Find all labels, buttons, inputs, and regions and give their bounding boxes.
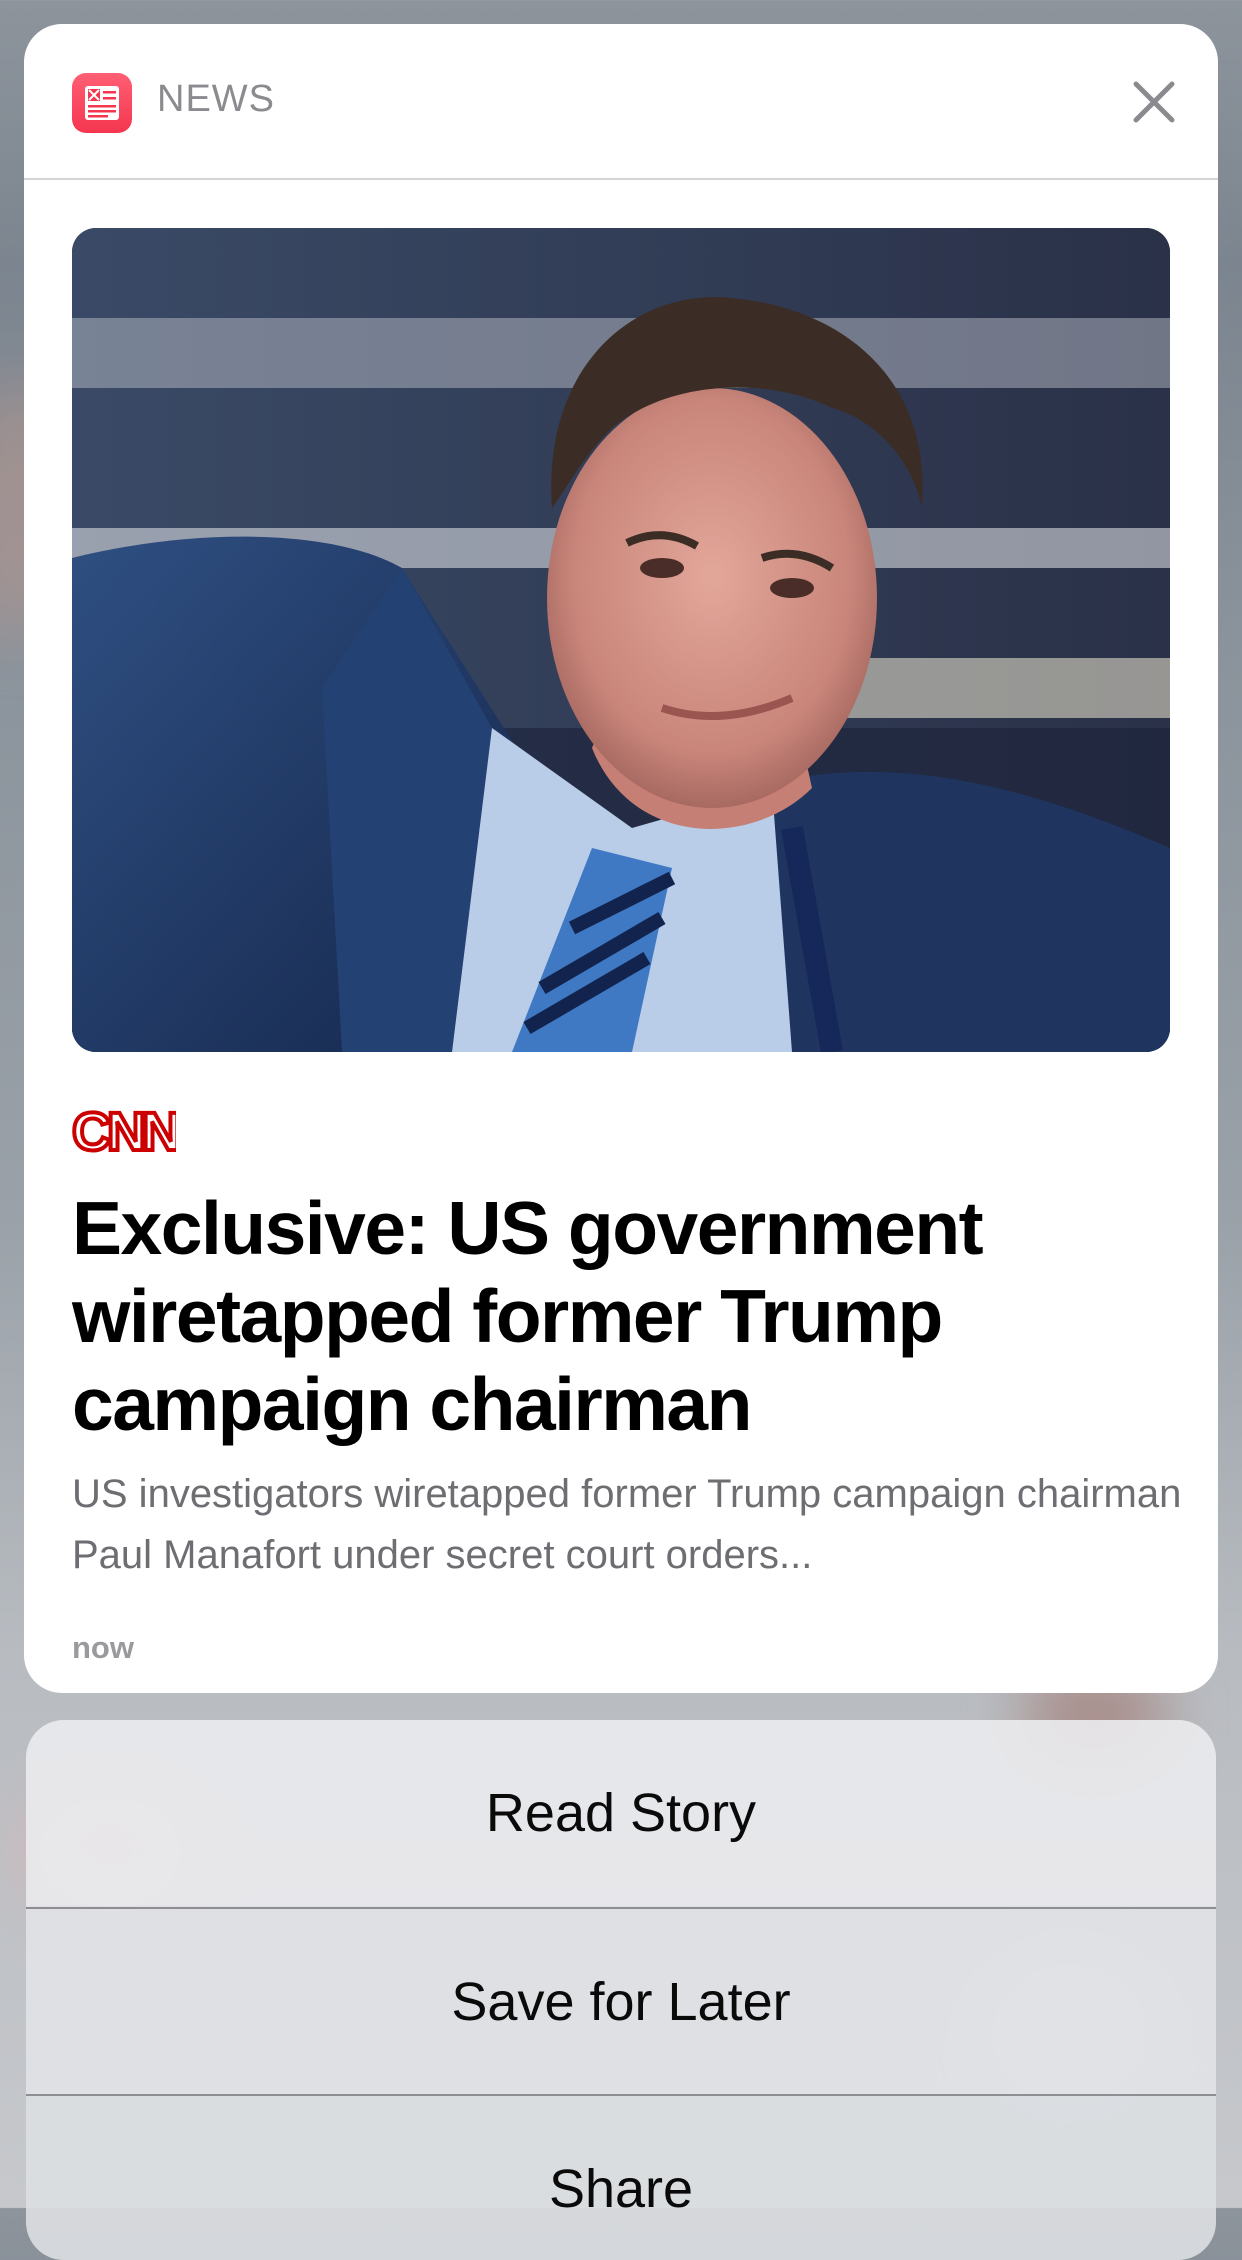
timestamp: now (72, 1630, 134, 1665)
news-app-icon (72, 73, 132, 133)
article-summary: US investigators wiretapped former Trump… (72, 1472, 1182, 1577)
app-name: NEWS (157, 78, 275, 120)
svg-text:CNN: CNN (72, 1102, 176, 1160)
read-story-button[interactable]: Read Story (26, 1720, 1216, 1906)
notification-header: NEWS (24, 24, 1218, 180)
save-for-later-button[interactable]: Save for Later (26, 1907, 1216, 2093)
article-headline: Exclusive: US government wiretapped form… (72, 1186, 984, 1446)
share-button[interactable]: Share (26, 2094, 1216, 2260)
close-icon[interactable] (1128, 76, 1180, 128)
quick-actions-menu: Read Story Save for Later Share (26, 1720, 1216, 2260)
article-photo (72, 228, 1170, 1052)
news-notification-card[interactable]: NEWS CNN Exclusive: US government wireta… (24, 24, 1218, 1693)
cnn-logo: CNN (70, 1100, 184, 1164)
